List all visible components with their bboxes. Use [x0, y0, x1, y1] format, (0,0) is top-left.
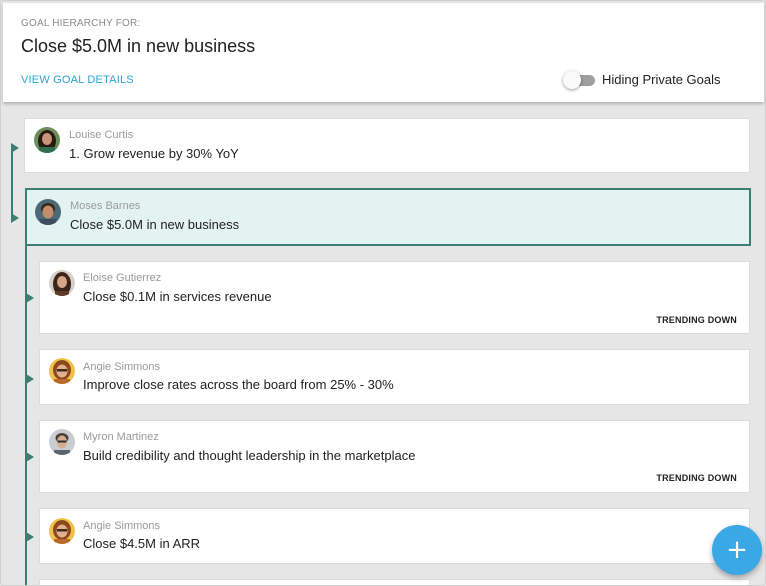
goal-hierarchy-window: GOAL HIERARCHY FOR: Close $5.0M in new b…: [0, 0, 766, 586]
tree-arrow-icon: [11, 213, 19, 223]
goal-owner: Angie Simmons: [83, 520, 161, 532]
tree-arrow-icon: [26, 293, 34, 303]
header-label: GOAL HIERARCHY FOR:: [21, 18, 141, 29]
goal-owner: Moses Barnes: [70, 200, 141, 212]
goal-owner: Louise Curtis: [69, 129, 134, 141]
goal-title: Close $0.1M in services revenue: [83, 289, 272, 304]
plus-icon: +: [726, 535, 748, 565]
avatar-icon: [34, 127, 60, 153]
view-goal-details-link[interactable]: VIEW GOAL DETAILS: [21, 74, 134, 86]
goal-owner: Angie Simmons: [83, 361, 161, 373]
private-goals-toggle-label: Hiding Private Goals: [602, 72, 721, 87]
tree-arrow-icon: [26, 374, 34, 384]
avatar-icon: [49, 270, 75, 296]
goal-title: Close $5.0M in new business: [70, 217, 240, 232]
goal-card[interactable]: Angie Simmons Improve close rates across…: [39, 349, 750, 405]
trend-status: TRENDING DOWN: [656, 473, 737, 483]
goal-card[interactable]: [39, 579, 750, 585]
goal-title: 1. Grow revenue by 30% YoY: [69, 146, 239, 161]
goal-card-selected[interactable]: Moses Barnes Close $5.0M in new business: [25, 188, 751, 246]
page-title: Close $5.0M in new business: [21, 36, 256, 56]
avatar-icon: [49, 518, 75, 544]
goal-card[interactable]: Louise Curtis 1. Grow revenue by 30% YoY: [24, 118, 750, 173]
private-goals-toggle[interactable]: [563, 71, 597, 89]
goal-title: Build credibility and thought leadership…: [83, 448, 416, 463]
avatar-icon: [49, 358, 75, 384]
goal-owner: Myron Martinez: [83, 431, 159, 443]
goal-hierarchy-header: GOAL HIERARCHY FOR: Close $5.0M in new b…: [3, 3, 764, 102]
trend-status: TRENDING DOWN: [656, 315, 737, 325]
goal-card[interactable]: Angie Simmons Close $4.5M in ARR: [39, 508, 750, 564]
goal-card[interactable]: Myron Martinez Build credibility and tho…: [39, 420, 750, 493]
goal-title: Close $4.5M in ARR: [83, 536, 201, 551]
add-goal-button[interactable]: +: [712, 525, 762, 575]
goal-card[interactable]: Eloise Gutierrez Close $0.1M in services…: [39, 261, 750, 334]
tree-arrow-icon: [26, 452, 34, 462]
goal-owner: Eloise Gutierrez: [83, 272, 162, 284]
goal-title: Improve close rates across the board fro…: [83, 377, 394, 392]
avatar-icon: [49, 429, 75, 455]
avatar-icon: [35, 199, 61, 225]
tree-line-root: [11, 144, 13, 220]
tree-arrow-icon: [26, 532, 34, 542]
tree-arrow-icon: [11, 143, 19, 153]
toggle-knob: [563, 71, 581, 89]
